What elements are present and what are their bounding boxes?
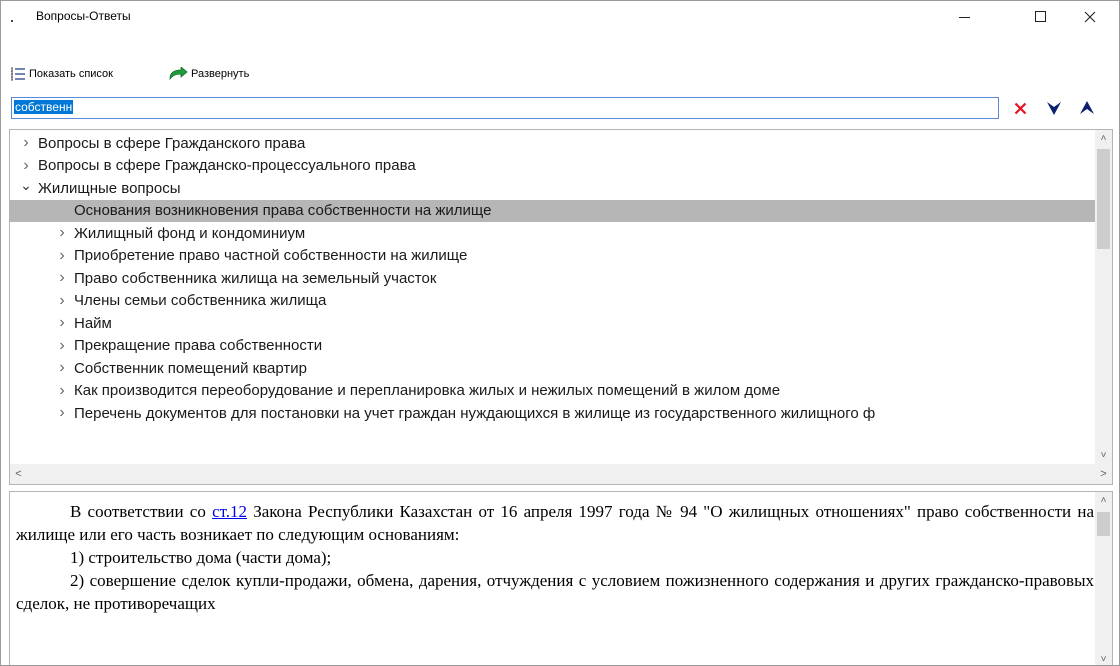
tree-item[interactable]: › Вопросы в сфере Гражданско-процессуальн… [10, 155, 1096, 177]
law-article-link[interactable]: ст.12 [212, 502, 247, 521]
minimize-icon [958, 17, 970, 18]
answer-text: В соответствии со ст.12 Закона Республик… [10, 500, 1094, 615]
tree-item-label: Вопросы в сфере Гражданского права [38, 134, 306, 152]
close-button[interactable] [1067, 1, 1113, 32]
search-input-value: собственн [14, 100, 74, 114]
answer-panel: В соответствии со ст.12 Закона Республик… [9, 491, 1113, 665]
tree-item[interactable]: › Право собственника жилища на земельный … [10, 267, 1096, 289]
chevron-right-icon[interactable]: › [55, 224, 69, 242]
chevron-right-icon[interactable]: › [55, 382, 69, 400]
close-icon [1084, 11, 1096, 22]
chevron-right-icon[interactable]: › [55, 247, 69, 265]
arrow-up-icon [1080, 101, 1094, 114]
chevron-down-icon[interactable]: ⌄ [19, 177, 33, 194]
tree-item-label: Перечень документов для постановки на уч… [74, 404, 876, 422]
chevron-right-icon[interactable]: › [55, 292, 69, 310]
minimize-button[interactable] [941, 1, 987, 32]
tree-item-label: Приобретение право частной собственности… [74, 247, 468, 264]
answer-paragraph: В соответствии со ст.12 Закона Республик… [16, 500, 1094, 546]
tree-item[interactable]: › Приобретение право частной собственност… [10, 245, 1096, 267]
clear-search-button[interactable] [1008, 97, 1032, 119]
scroll-right-icon[interactable]: > [1095, 464, 1112, 484]
tree-panel: › Вопросы в сфере Гражданского права › Вопр… [9, 129, 1113, 485]
list-icon [11, 67, 25, 81]
title-bar[interactable]: Вопросы-Ответы [1, 1, 1119, 32]
search-input[interactable]: собственн [11, 97, 999, 119]
expand-icon [169, 67, 188, 81]
answer-paragraph: 2) совершение сделок купли-продажи, обме… [16, 571, 1094, 613]
expand-button[interactable]: Развернуть [168, 65, 249, 83]
show-list-button[interactable]: Показать список [10, 65, 113, 83]
tree-item[interactable]: › Собственник помещений квартир [10, 357, 1096, 379]
tree-item-label: Как производится переоборудование и пере… [74, 382, 781, 399]
tree-item[interactable]: › Члены семьи собственника жилища [10, 290, 1096, 312]
chevron-right-icon[interactable]: › [55, 314, 69, 332]
tree-item[interactable]: › Вопросы в сфере Гражданского права [10, 132, 1096, 154]
app-icon [11, 12, 17, 22]
scroll-thumb[interactable] [1097, 512, 1110, 536]
clear-icon [1014, 102, 1026, 114]
find-next-button[interactable] [1042, 97, 1066, 119]
tree-item[interactable]: › Найм [10, 312, 1096, 334]
tree-item[interactable]: ⌄ Жилищные вопросы [10, 177, 1096, 199]
expand-label: Развернуть [191, 68, 250, 80]
tree-item-label: Основания возникновения права собственно… [74, 202, 492, 219]
chevron-right-icon[interactable]: › [55, 404, 69, 422]
chevron-right-icon[interactable]: › [55, 269, 69, 287]
chevron-right-icon[interactable]: › [55, 359, 69, 377]
tree-item[interactable]: › Жилищный фонд и кондоминиум [10, 222, 1096, 244]
tree-item-label: Право собственника жилища на земельный у… [74, 269, 437, 287]
maximize-button[interactable] [1017, 1, 1063, 32]
answer-vertical-scrollbar[interactable]: ˄ ˅ [1095, 492, 1112, 665]
window-title: Вопросы-Ответы [36, 9, 131, 23]
tree-item-label: Собственник помещений квартир [74, 359, 307, 377]
toolbar: Показать список Развернуть [1, 61, 1119, 87]
scroll-down-icon[interactable]: ˅ [1095, 447, 1112, 464]
tree-item[interactable]: Основания возникновения права собственно… [10, 199, 1096, 222]
chevron-right-icon[interactable]: › [19, 134, 33, 152]
tree-item[interactable]: › Перечень документов для постановки на у… [10, 402, 1096, 424]
paragraph-text: В соответствии со [70, 502, 213, 521]
scroll-down-icon[interactable]: ˅ [1095, 651, 1112, 665]
tree-item-label: Найм [74, 314, 112, 332]
question-tree[interactable]: › Вопросы в сфере Гражданского права › Вопр… [10, 130, 1096, 464]
chevron-right-icon[interactable]: › [19, 157, 33, 175]
scroll-up-icon[interactable]: ˄ [1095, 130, 1112, 147]
search-bar: собственн [1, 93, 1119, 121]
tree-item-label: Жилищные вопросы [38, 179, 181, 197]
scroll-thumb[interactable] [1097, 149, 1110, 249]
tree-vertical-scrollbar[interactable]: ˄ ˅ [1095, 130, 1112, 464]
find-previous-button[interactable] [1075, 97, 1099, 119]
maximize-icon [1034, 11, 1046, 22]
show-list-label: Показать список [29, 68, 113, 80]
tree-item-label: Вопросы в сфере Гражданско-процессуально… [38, 157, 416, 174]
tree-item-label: Жилищный фонд и кондоминиум [74, 224, 306, 242]
tree-item-label: Прекращение права собственности [74, 337, 323, 354]
tree-item-label: Члены семьи собственника жилища [74, 292, 327, 309]
tree-item[interactable]: › Прекращение права собственности [10, 335, 1096, 357]
arrow-down-icon [1047, 102, 1061, 115]
tree-item[interactable]: › Как производится переоборудование и пер… [10, 380, 1096, 402]
chevron-right-icon[interactable]: › [55, 337, 69, 355]
app-window: Вопросы-Ответы Показать список Развернут… [0, 0, 1120, 666]
tree-horizontal-scrollbar[interactable]: < > [10, 464, 1112, 484]
scroll-left-icon[interactable]: < [10, 464, 27, 484]
scroll-up-icon[interactable]: ˄ [1095, 492, 1112, 509]
answer-paragraph: 1) строительство дома (части дома); [70, 548, 332, 567]
